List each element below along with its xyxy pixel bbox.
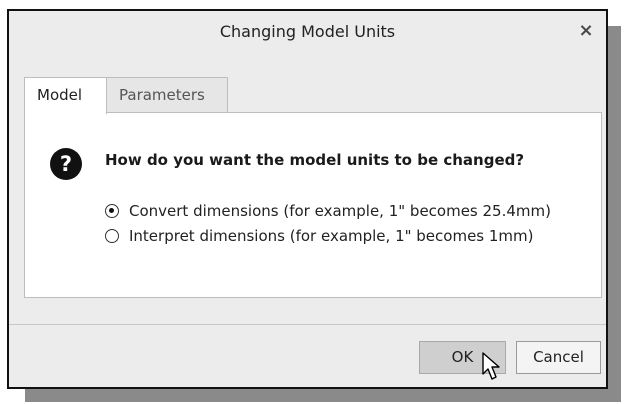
- radio-interpret[interactable]: [105, 229, 119, 243]
- radio-convert[interactable]: [105, 204, 119, 218]
- question-text: How do you want the model units to be ch…: [105, 151, 525, 169]
- dialog-title: Changing Model Units: [219, 22, 396, 41]
- changing-model-units-dialog: Changing Model Units × Model Parameters …: [7, 9, 608, 389]
- svg-text:?: ?: [60, 152, 72, 176]
- option-interpret-label: Interpret dimensions (for example, 1" be…: [129, 227, 534, 245]
- model-tab-panel: ? How do you want the model units to be …: [24, 112, 602, 298]
- question-icon: ?: [50, 148, 82, 180]
- option-convert-label: Convert dimensions (for example, 1" beco…: [129, 202, 551, 220]
- option-interpret-dimensions[interactable]: Interpret dimensions (for example, 1" be…: [105, 225, 534, 247]
- option-convert-dimensions[interactable]: Convert dimensions (for example, 1" beco…: [105, 200, 551, 222]
- mouse-pointer-icon: [482, 352, 500, 380]
- close-icon[interactable]: ×: [574, 18, 598, 44]
- footer-divider: [9, 324, 606, 325]
- tab-model[interactable]: Model: [24, 77, 107, 114]
- tab-parameters[interactable]: Parameters: [106, 77, 228, 112]
- cancel-button[interactable]: Cancel: [516, 341, 601, 374]
- title-bar: Changing Model Units ×: [9, 11, 606, 54]
